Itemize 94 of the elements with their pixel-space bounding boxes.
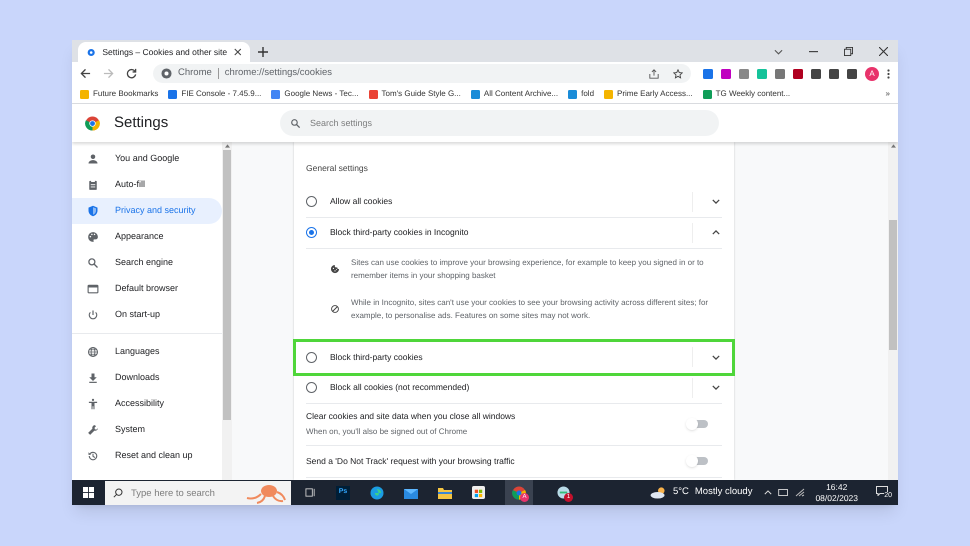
wrench-icon	[87, 424, 99, 436]
sidebar-item[interactable]: On start-up	[72, 302, 222, 328]
share-icon[interactable]	[649, 68, 659, 78]
globe-icon	[87, 346, 99, 358]
option-label: Block third-party cookies in Incognito	[330, 226, 470, 240]
history-icon	[87, 450, 99, 462]
shield-icon	[87, 205, 99, 217]
star-icon[interactable]	[673, 68, 683, 78]
more-bookmarks-icon[interactable]: »	[886, 88, 890, 100]
accessibility-icon	[87, 398, 99, 410]
tab-title: Settings – Cookies and other site	[102, 46, 228, 58]
weather-condition: Mostly cloudy	[694, 485, 752, 500]
minimize-icon[interactable]	[809, 50, 818, 52]
radio-button[interactable]	[306, 352, 317, 363]
clock-time: 16:42	[826, 482, 848, 492]
sidebar-item[interactable]: Auto-fill	[72, 172, 222, 198]
chevron-down-icon[interactable]	[712, 354, 720, 360]
page-scrollbar[interactable]	[888, 142, 898, 480]
folder-icon[interactable]	[438, 486, 452, 498]
search-field[interactable]: Search settings	[280, 110, 719, 136]
section-title: General settings	[306, 162, 369, 175]
back-arrow-icon[interactable]	[80, 68, 91, 79]
radio-button[interactable]	[306, 227, 317, 238]
cloud-sun-icon	[650, 486, 667, 499]
taskbar-search-field[interactable]: Type here to search	[105, 481, 291, 505]
person-icon	[87, 153, 99, 165]
bookmark[interactable]: All Content Archive...	[470, 88, 558, 100]
block-icon	[330, 304, 340, 314]
sidebar-scrollbar[interactable]	[222, 142, 232, 480]
chevron-down-icon[interactable]	[774, 48, 783, 54]
cookie-icon	[330, 264, 340, 274]
toggle-label: Send a 'Do Not Track' request with your browsing traffic	[306, 454, 516, 468]
bookmark[interactable]: Google News - Tec...	[271, 88, 359, 100]
close-icon[interactable]	[879, 47, 888, 56]
search-icon	[113, 488, 123, 498]
option-description: Sites can use cookies to improve your browsing experience, for example to keep you signed in or to remember items in your shopping basket	[351, 256, 705, 282]
more-menu-icon[interactable]	[887, 68, 890, 78]
radio-button[interactable]	[306, 196, 317, 208]
clock-date: 08/02/2023	[815, 492, 858, 504]
browser-icon	[87, 283, 99, 295]
sidebar-item[interactable]: Reset and clean up	[72, 443, 222, 469]
bookmark[interactable]: Prime Early Access...	[604, 88, 693, 100]
bookmark[interactable]: TG Weekly content...	[702, 88, 790, 100]
sidebar-item[interactable]: System	[72, 417, 222, 443]
download-icon	[87, 372, 99, 384]
site-label: Chrome	[178, 66, 212, 80]
windows-start-icon[interactable]	[83, 487, 94, 498]
new-tab-icon[interactable]	[258, 47, 268, 57]
sidebar-item[interactable]: Search engine	[72, 250, 222, 276]
bookmark[interactable]: Future Bookmarks	[80, 88, 158, 100]
chevron-up-icon[interactable]	[712, 230, 720, 236]
chevron-down-icon[interactable]	[712, 385, 720, 390]
cookie-option[interactable]: Block all cookies (not recommended)	[306, 372, 722, 404]
toggle-switch[interactable]	[688, 420, 708, 428]
settings-title: Settings	[114, 112, 170, 133]
cookie-option[interactable]: Allow all cookies	[306, 186, 722, 218]
bookmark[interactable]: Tom's Guide Style G...	[368, 88, 461, 100]
task-view-icon[interactable]	[305, 487, 316, 498]
restore-icon[interactable]	[844, 47, 853, 56]
store-icon[interactable]	[472, 486, 485, 499]
mail-icon[interactable]	[404, 486, 418, 498]
weather-temperature: 5°C	[672, 485, 689, 500]
palette-icon	[87, 231, 99, 243]
clipboard-icon	[87, 179, 99, 191]
reload-icon[interactable]	[126, 68, 137, 79]
radio-button[interactable]	[306, 382, 317, 394]
sidebar-item[interactable]: Languages	[72, 339, 222, 365]
chevron-down-icon[interactable]	[712, 199, 720, 204]
browser-tab[interactable]: Settings – Cookies and other site	[78, 42, 250, 62]
cookie-option[interactable]: Block third-party cookies in Incognito	[306, 218, 722, 249]
sidebar-item[interactable]: Accessibility	[72, 391, 222, 417]
scroll-up-arrow-icon[interactable]	[224, 144, 230, 148]
power-icon	[87, 309, 99, 321]
search-icon	[290, 118, 301, 128]
bookmark[interactable]: FIE Console - 7.45.9...	[168, 88, 262, 100]
toggle-description: When on, you'll also be signed out of Chrome	[306, 426, 468, 438]
toggle-label: Clear cookies and site data when you close all windows	[306, 410, 516, 424]
option-label: Block all cookies (not recommended)	[330, 381, 470, 394]
option-label: Block third-party cookies	[330, 350, 424, 364]
url-text: chrome://settings/cookies	[224, 66, 332, 80]
sidebar-item[interactable]: Appearance	[72, 224, 222, 250]
address-bar[interactable]: Chrome chrome://settings/cookies	[153, 64, 691, 83]
search-icon	[87, 257, 99, 269]
toggle-switch[interactable]	[688, 457, 708, 466]
sidebar-item[interactable]: Default browser	[72, 276, 222, 302]
option-description: While in Incognito, sites can't use your cookies to see your browsing activity across different sites; for example, to personalise ads. Features on some sites may not work.	[351, 296, 710, 322]
sidebar-item[interactable]: You and Google	[72, 146, 222, 172]
scroll-up-arrow-icon[interactable]	[890, 144, 896, 148]
profile-avatar[interactable]: A	[865, 66, 879, 80]
bookmark[interactable]: fold	[568, 88, 594, 100]
option-label: Allow all cookies	[330, 195, 394, 208]
sidebar-item[interactable]: Downloads	[72, 365, 222, 391]
sidebar-item[interactable]: Privacy and security	[72, 198, 222, 224]
close-icon[interactable]	[234, 48, 242, 56]
